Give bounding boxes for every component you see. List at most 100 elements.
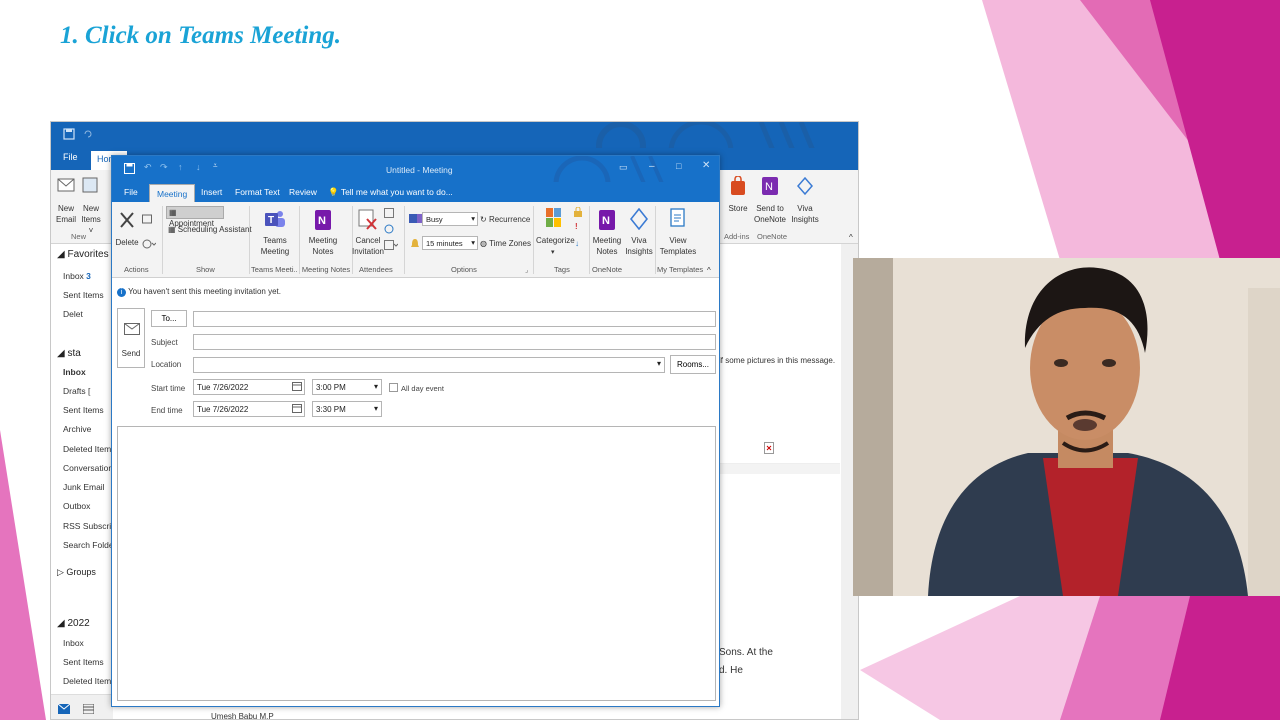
onenote-icon: N <box>315 210 331 230</box>
nav-sent[interactable]: Sent Items <box>63 290 104 300</box>
store-button[interactable]: Store <box>723 203 753 214</box>
scheduling-assistant-button[interactable]: ▦ Scheduling Assistant <box>166 224 252 235</box>
teams-meeting-button[interactable]: Teams Meeting <box>257 235 293 257</box>
check-names-icon[interactable] <box>384 224 394 234</box>
customize-qat-icon[interactable]: ⩡ <box>213 161 218 171</box>
redo-icon[interactable]: ↷ <box>160 162 168 173</box>
meeting-notes-button[interactable]: Meeting Notes <box>306 235 340 257</box>
meeting-ribbon: Delete Actions ▦ Appointment ▦ Schedulin… <box>112 202 719 278</box>
tab-file[interactable]: File <box>63 152 78 162</box>
end-date-field[interactable]: Tue 7/26/2022 <box>193 401 305 417</box>
nav-inbox-3[interactable]: Inbox <box>63 638 84 648</box>
tab-insert[interactable]: Insert <box>201 187 222 197</box>
end-time-label: End time <box>151 406 183 415</box>
categorize-button[interactable]: Categorize <box>536 235 575 246</box>
view-templates-icon <box>670 208 685 227</box>
nav-deleted-2[interactable]: Deleted Items <box>63 444 115 454</box>
to-field[interactable] <box>193 311 716 327</box>
reading-body-text: Sons. At the d. He <box>719 644 773 680</box>
time-zones-button[interactable]: ◍ Time Zones <box>480 238 531 249</box>
nav-deleted-3[interactable]: Deleted Items <box>63 676 115 686</box>
show-as-select[interactable]: Busy ▾ <box>422 212 478 226</box>
nav-archive[interactable]: Archive <box>63 424 91 434</box>
lightbulb-icon: 💡 <box>328 187 339 197</box>
collapse-ribbon-icon[interactable]: ^ <box>849 232 853 243</box>
nav-sent-3[interactable]: Sent Items <box>63 657 104 667</box>
down-arrow-icon[interactable]: ↓ <box>196 162 201 172</box>
recurrence-button[interactable]: ↻ Recurrence <box>480 214 530 225</box>
more-actions-icon[interactable] <box>142 239 156 249</box>
maximize-icon[interactable]: □ <box>676 161 681 171</box>
calendar-picker-icon[interactable] <box>292 404 302 415</box>
meeting-tabs: File Meeting Insert Format Text Review 💡… <box>112 182 719 202</box>
store-icon <box>731 176 745 195</box>
nav-account[interactable]: ◢ sta <box>57 348 81 359</box>
meeting-notes-onenote-button[interactable]: Meeting Notes <box>590 235 624 257</box>
nav-inbox[interactable]: Inbox 3 <box>63 271 91 281</box>
start-date-field[interactable]: Tue 7/26/2022 <box>193 379 305 395</box>
rooms-button[interactable]: Rooms... <box>670 355 716 374</box>
high-importance-icon[interactable]: ! <box>575 221 578 232</box>
calendar-picker-icon[interactable] <box>292 382 302 393</box>
tab-review[interactable]: Review <box>289 187 317 197</box>
reading-text-line-1: Sons. At the <box>719 647 773 658</box>
nav-year[interactable]: ◢ 2022 <box>57 618 90 629</box>
undo-icon[interactable] <box>83 129 93 139</box>
location-field[interactable]: ▾ <box>193 357 665 373</box>
view-templates-button[interactable]: View Templates <box>658 235 698 257</box>
nav-drafts[interactable]: Drafts [ <box>63 386 90 396</box>
nav-inbox-2[interactable]: Inbox <box>63 367 86 377</box>
viva-insights-button[interactable]: Viva Insights <box>623 235 655 257</box>
send-to-onenote-button[interactable]: Send to OneNote <box>753 203 787 225</box>
appointment-button[interactable]: ▦ Appointment <box>166 206 224 228</box>
response-options-icon[interactable] <box>384 240 398 250</box>
new-items-icon <box>82 177 98 193</box>
nav-outbox[interactable]: Outbox <box>63 501 90 511</box>
nav-deleted[interactable]: Delet <box>63 309 83 319</box>
nav-junk[interactable]: Junk Email <box>63 482 105 492</box>
delete-button[interactable]: Delete <box>115 237 139 248</box>
new-email-button[interactable]: New Email <box>53 203 79 225</box>
private-lock-icon[interactable] <box>574 207 582 217</box>
nav-favorites[interactable]: ◢ Favorites <box>57 249 109 260</box>
reading-pane: if some pictures in this message. Sons. … <box>719 244 858 719</box>
tab-format-text[interactable]: Format Text <box>235 187 280 197</box>
minimize-icon[interactable]: – <box>649 161 655 172</box>
send-button[interactable]: Send <box>117 308 145 368</box>
collapse-ribbon-icon[interactable]: ^ <box>707 265 711 276</box>
tell-me-box[interactable]: 💡 Tell me what you want to do... <box>328 187 453 198</box>
tab-meeting[interactable]: Meeting <box>149 184 196 202</box>
save-icon[interactable] <box>124 163 135 174</box>
send-icon <box>124 323 140 335</box>
calendar-icon[interactable] <box>83 704 94 714</box>
address-book-icon[interactable] <box>384 208 394 218</box>
undo-icon[interactable]: ↶ <box>144 162 152 173</box>
chevron-down-icon: ▾ <box>656 359 661 368</box>
all-day-label: All day event <box>401 384 444 393</box>
start-time-select[interactable]: 3:00 PM ▾ <box>312 379 382 395</box>
group-attendees: Attendees <box>359 265 393 274</box>
options-launcher-icon[interactable]: ⌟ <box>525 265 528 276</box>
cancel-invitation-button[interactable]: Cancel Invitation <box>350 235 386 257</box>
all-day-checkbox[interactable] <box>389 383 398 392</box>
close-icon[interactable]: ✕ <box>702 160 710 171</box>
message-footer-name: Umesh Babu M.P <box>211 712 274 720</box>
mail-icon[interactable] <box>58 704 70 714</box>
end-time-select[interactable]: 3:30 PM ▾ <box>312 401 382 417</box>
up-arrow-icon[interactable]: ↑ <box>178 162 183 172</box>
tab-file[interactable]: File <box>124 187 138 197</box>
viva-insights-button[interactable]: Viva Insights <box>789 203 821 225</box>
ribbon-display-icon[interactable]: ▭ <box>619 162 628 173</box>
nav-sent-2[interactable]: Sent Items <box>63 405 104 415</box>
to-button[interactable]: To... <box>151 310 187 327</box>
save-icon[interactable] <box>63 128 75 140</box>
folder-pane: ◢ Favorites Inbox 3 Sent Items Delet ◢ s… <box>51 244 125 694</box>
reminder-select[interactable]: 15 minutes ▾ <box>422 236 478 250</box>
chevron-down-icon: ▾ <box>373 382 378 391</box>
low-importance-icon[interactable]: ↓ <box>575 238 579 249</box>
forward-icon[interactable] <box>142 214 152 224</box>
nav-groups[interactable]: ▷ Groups <box>57 567 96 578</box>
meeting-body-editor[interactable] <box>117 426 716 701</box>
reminder-value: 15 minutes <box>426 239 463 248</box>
subject-field[interactable] <box>193 334 716 350</box>
